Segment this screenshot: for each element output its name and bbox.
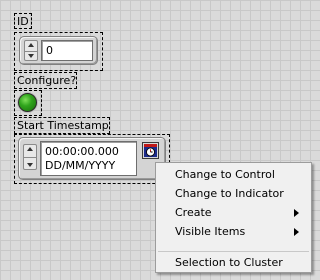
- menu-item-label: Create: [175, 206, 212, 219]
- calendar-clock-icon[interactable]: [142, 142, 159, 159]
- id-value: 0: [46, 44, 53, 57]
- incdec-divider: [25, 50, 37, 52]
- id-numeric-frame: 0: [19, 36, 98, 65]
- configure-led[interactable]: [18, 93, 37, 112]
- decrement-arrow-icon[interactable]: [27, 163, 33, 167]
- menu-item-selection-to-cluster[interactable]: Selection to Cluster: [175, 256, 283, 269]
- timestamp-frame: 00:00:00.000 DD/MM/YYYY: [18, 137, 166, 180]
- menu-item-change-to-indicator[interactable]: Change to Indicator: [175, 187, 284, 200]
- decrement-arrow-icon[interactable]: [28, 54, 34, 58]
- timestamp-field[interactable]: 00:00:00.000 DD/MM/YYYY: [40, 141, 137, 176]
- menu-item-label: Visible Items: [175, 225, 246, 238]
- menu-item-label: Change to Control: [175, 168, 275, 181]
- id-increment-decrement[interactable]: [24, 40, 38, 61]
- menu-item-change-to-control[interactable]: Change to Control: [175, 168, 275, 181]
- timestamp-date: DD/MM/YYYY: [45, 159, 116, 172]
- chevron-right-icon: [294, 209, 299, 217]
- timestamp-time: 00:00:00.000: [45, 145, 119, 158]
- context-menu: Change to Control Change to Indicator Cr…: [155, 162, 312, 273]
- timestamp-increment-decrement[interactable]: [23, 144, 37, 170]
- configure-label: Configure?: [17, 74, 77, 87]
- incdec-divider: [24, 157, 36, 158]
- increment-arrow-icon[interactable]: [27, 147, 33, 151]
- menu-separator: [158, 251, 309, 252]
- id-label: ID: [17, 15, 29, 28]
- menu-item-label: Selection to Cluster: [175, 256, 283, 269]
- calendar-clock-glyph: [144, 144, 157, 157]
- menu-item-label: Change to Indicator: [175, 187, 284, 200]
- id-numeric-field[interactable]: 0: [41, 40, 93, 61]
- menu-item-create[interactable]: Create: [175, 206, 212, 219]
- increment-arrow-icon[interactable]: [28, 43, 34, 47]
- menu-item-visible-items[interactable]: Visible Items: [175, 225, 245, 238]
- timestamp-label: Start Timestamp: [17, 119, 109, 132]
- chevron-right-icon: [294, 228, 299, 236]
